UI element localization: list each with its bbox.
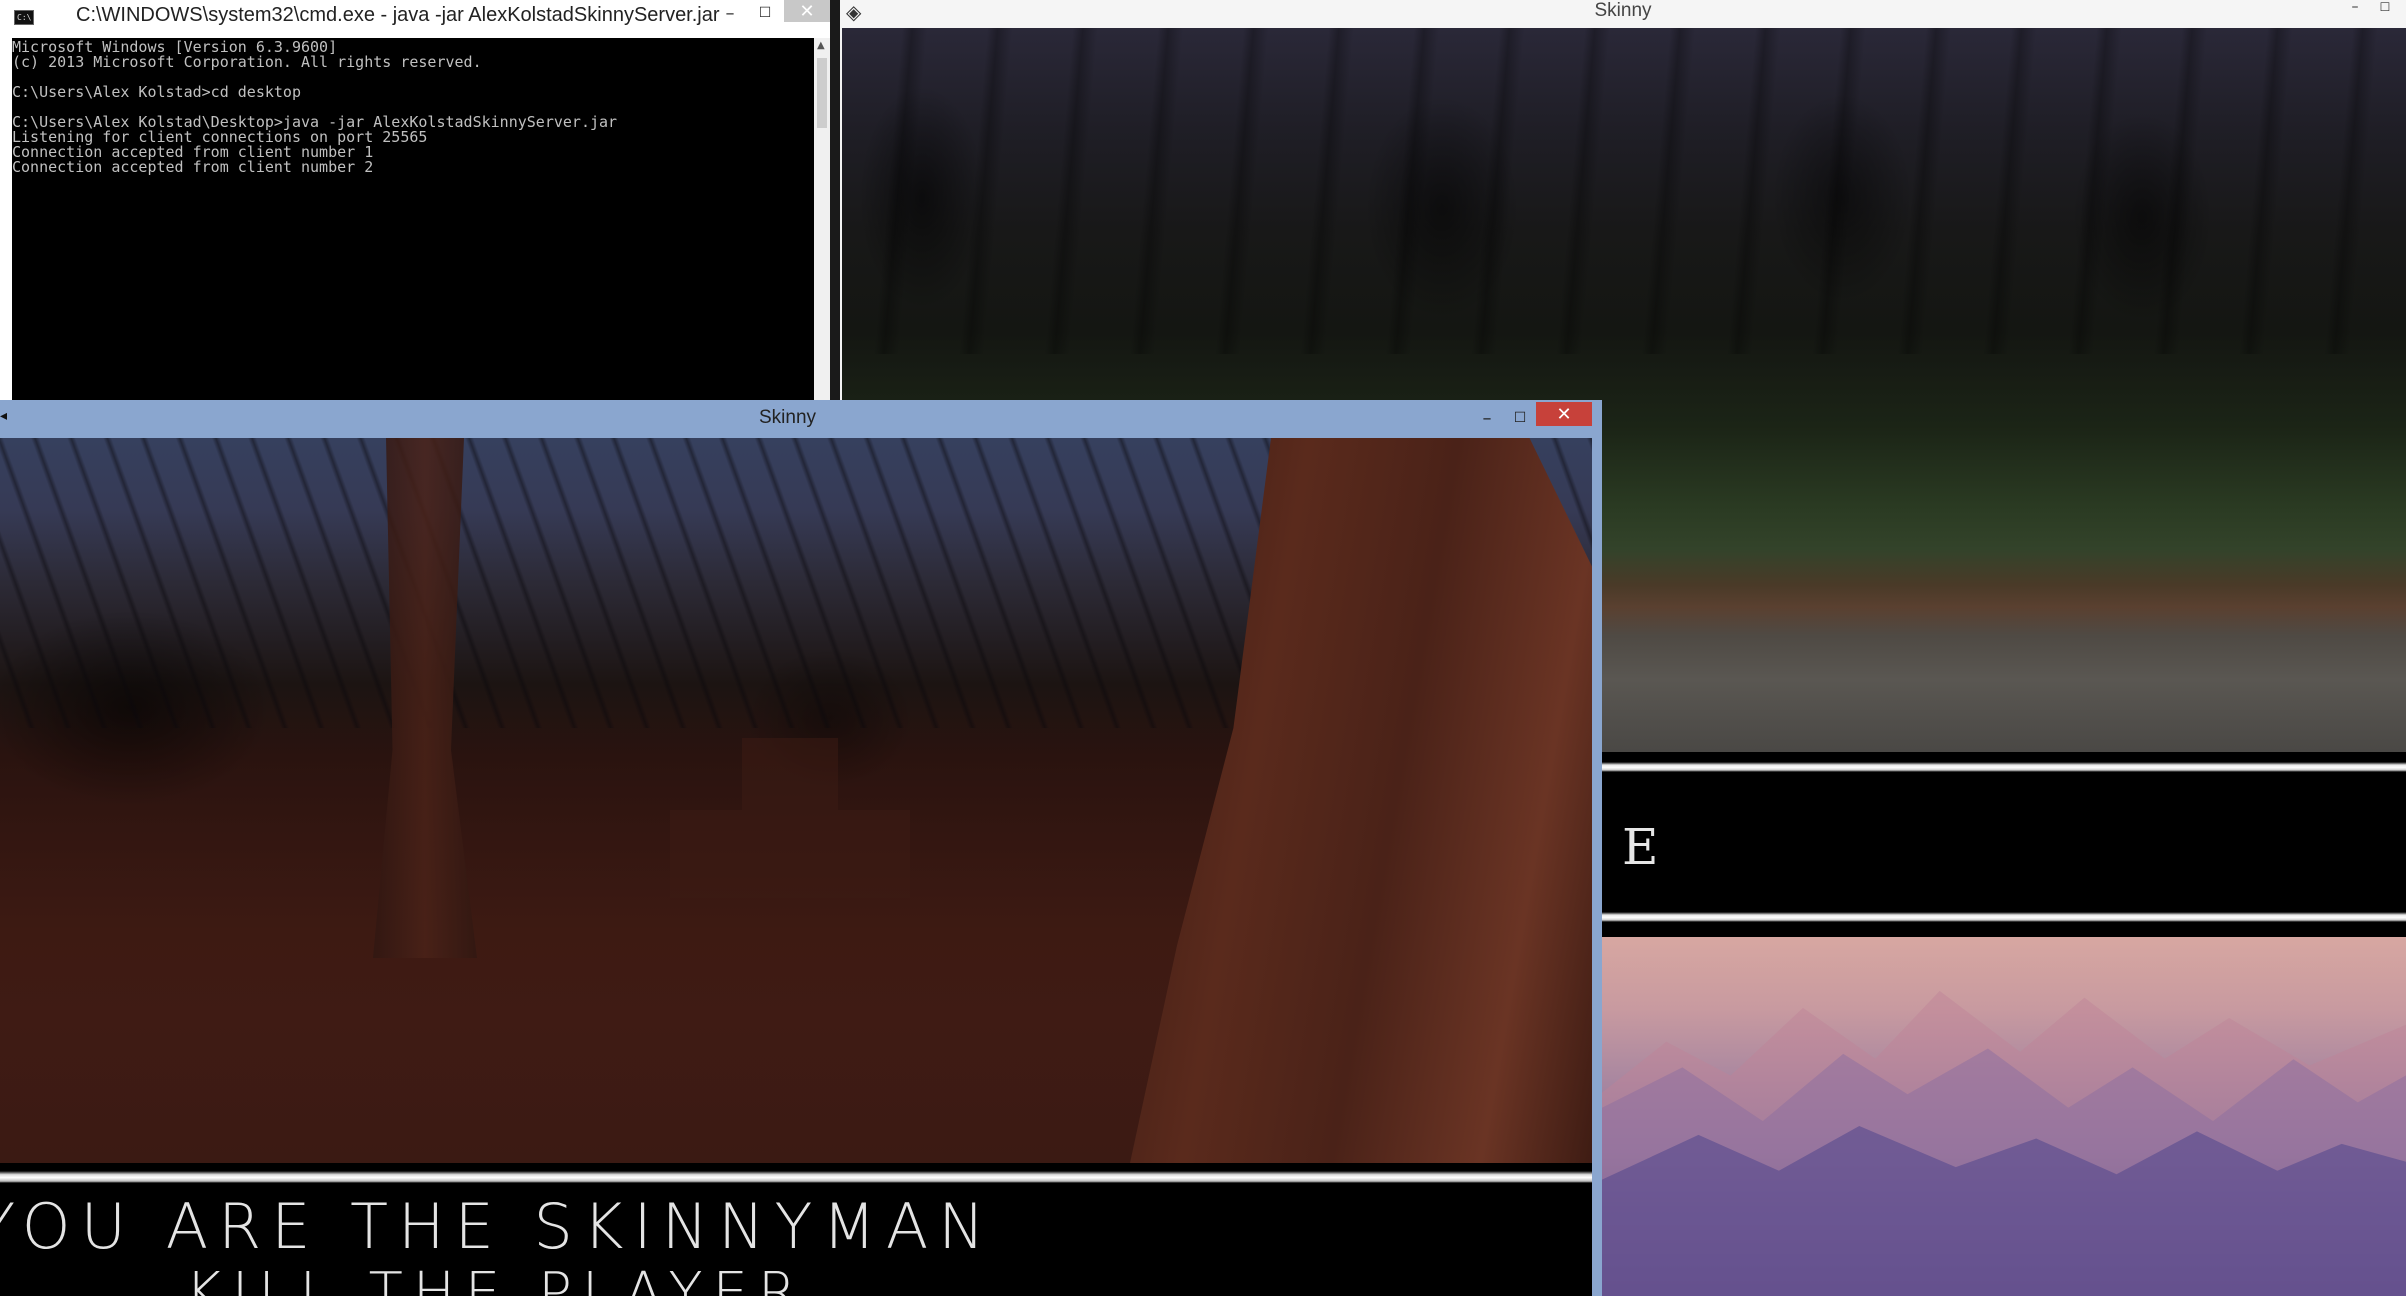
skinny-front-window[interactable]: ◂ Skinny – ☐ ✕ YOU ARE THE SKINNYMAN KIL…: [0, 400, 1602, 1296]
hud-message-line2: KILL THE PLAYER: [185, 1261, 807, 1296]
hud-letter: E: [1622, 818, 1659, 876]
cmd-left-border: [0, 38, 12, 400]
window-right-border: [1592, 438, 1602, 1296]
hud-scratch-line-bottom: [1602, 912, 2406, 922]
console-line: C:\Users\Alex Kolstad>cd desktop: [12, 83, 301, 101]
skinny-front-close-button[interactable]: ✕: [1536, 402, 1592, 426]
skinny-back-titlebar[interactable]: ◈ Skinny – ☐: [840, 0, 2406, 28]
hud-message-line1: YOU ARE THE SKINNYMAN: [0, 1190, 995, 1263]
skinny-front-titlebar[interactable]: ◂ Skinny – ☐ ✕: [0, 400, 1602, 438]
forest-trees: [842, 28, 2406, 354]
cmd-window-title: C:\WINDOWS\system32\cmd.exe - java -jar …: [76, 4, 720, 26]
console-line: (c) 2013 Microsoft Corporation. All righ…: [12, 53, 482, 71]
back-sky-view: [1602, 937, 2406, 1296]
cmd-maximize-button[interactable]: ☐: [748, 0, 782, 26]
skinny-back-minimize-button[interactable]: –: [2340, 0, 2370, 15]
cmd-minimize-button[interactable]: –: [713, 0, 747, 26]
cmd-scrollbar[interactable]: ▲: [814, 38, 830, 400]
skinny-back-title: Skinny: [1594, 0, 1652, 21]
console-line: Connection accepted from client number 2: [12, 158, 374, 176]
skinny-back-maximize-button[interactable]: ☐: [2370, 0, 2400, 14]
cmd-titlebar[interactable]: C:\ C:\WINDOWS\system32\cmd.exe - java -…: [0, 0, 830, 36]
red-forest-game-view[interactable]: [0, 438, 1592, 1163]
wooden-crate: [670, 738, 910, 898]
console-output[interactable]: Microsoft Windows [Version 6.3.9600] (c) …: [12, 38, 814, 400]
hud-scratch-line: [0, 1171, 1592, 1183]
scroll-up-arrow-icon[interactable]: ▲: [817, 40, 825, 51]
cmd-app-icon: C:\: [14, 10, 34, 25]
skinny-front-minimize-button[interactable]: –: [1470, 404, 1504, 432]
cmd-window[interactable]: C:\ C:\WINDOWS\system32\cmd.exe - java -…: [0, 0, 830, 400]
front-hud-panel: YOU ARE THE SKINNYMAN KILL THE PLAYER: [0, 1163, 1592, 1296]
cmd-close-button[interactable]: ✕: [784, 0, 830, 22]
hud-scratch-line-top: [1602, 762, 2406, 772]
skinny-front-title: Skinny: [758, 407, 817, 428]
skinny-front-maximize-button[interactable]: ☐: [1504, 404, 1536, 432]
scrollbar-thumb[interactable]: [817, 58, 827, 128]
back-hud-panel: E: [1602, 752, 2406, 937]
